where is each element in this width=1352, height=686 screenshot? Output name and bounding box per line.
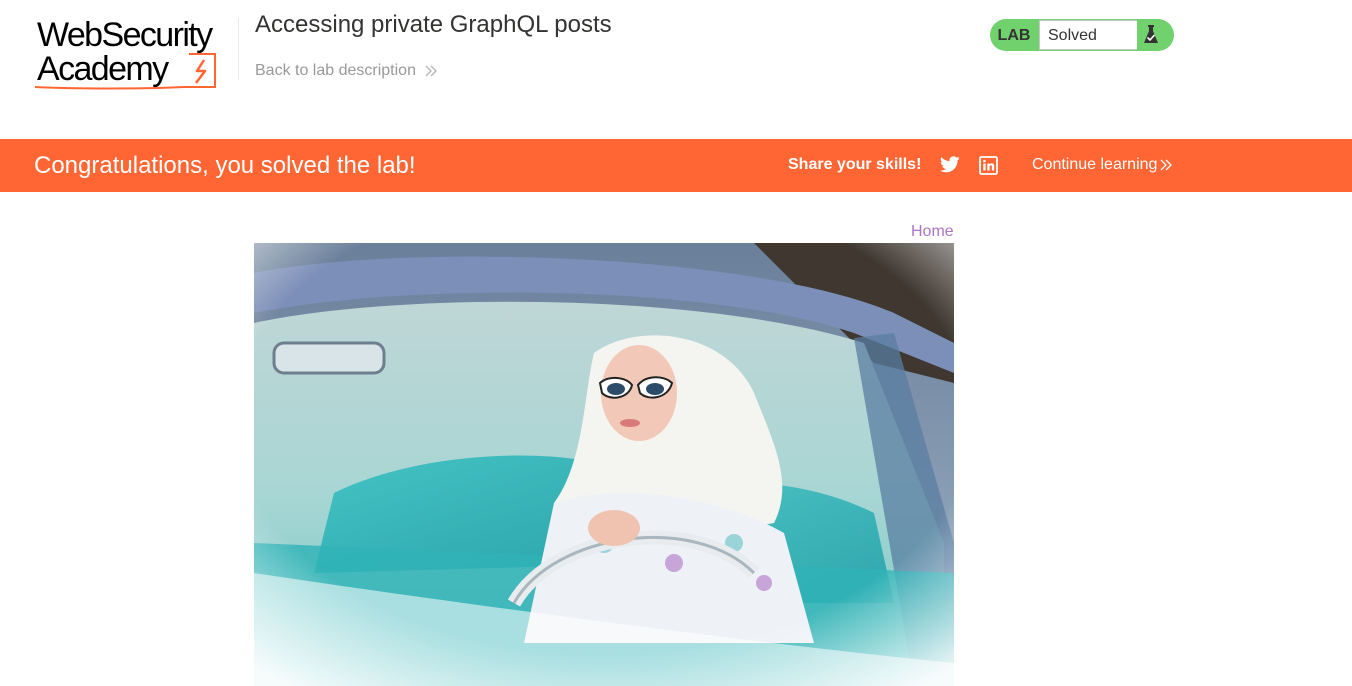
header: WebSecurity Academy Accessing private Gr… [0, 0, 1352, 139]
lab-tag: LAB [997, 27, 1031, 44]
blog-hero-image [254, 243, 954, 686]
header-divider [238, 18, 239, 80]
share-skills-label: Share your skills! [788, 156, 922, 173]
flask-icon [1144, 25, 1158, 43]
back-link-label: Back to lab description [255, 62, 416, 79]
home-link[interactable]: Home [911, 223, 954, 241]
vintage-car-photo [254, 243, 954, 686]
lab-title: Accessing private GraphQL posts [255, 11, 612, 38]
lab-status-text: Solved [1048, 27, 1097, 44]
double-chevron-right-icon [1160, 159, 1173, 171]
twitter-icon[interactable] [940, 156, 960, 173]
continue-learning-label: Continue learning [1032, 156, 1158, 173]
linkedin-icon[interactable] [979, 156, 998, 175]
solved-banner: Congratulations, you solved the lab! Sha… [0, 139, 1352, 192]
lab-status-box: Solved [1039, 20, 1137, 50]
lab-status-widget: LAB Solved [990, 19, 1174, 51]
web-security-academy-logo[interactable]: WebSecurity Academy [34, 16, 236, 92]
congratulations-message: Congratulations, you solved the lab! [34, 152, 416, 179]
logo-bolt-icon [34, 53, 216, 90]
double-chevron-right-icon [425, 65, 437, 77]
back-to-lab-description-link[interactable]: Back to lab description [255, 61, 437, 81]
continue-learning-link[interactable]: Continue learning [1032, 156, 1173, 174]
